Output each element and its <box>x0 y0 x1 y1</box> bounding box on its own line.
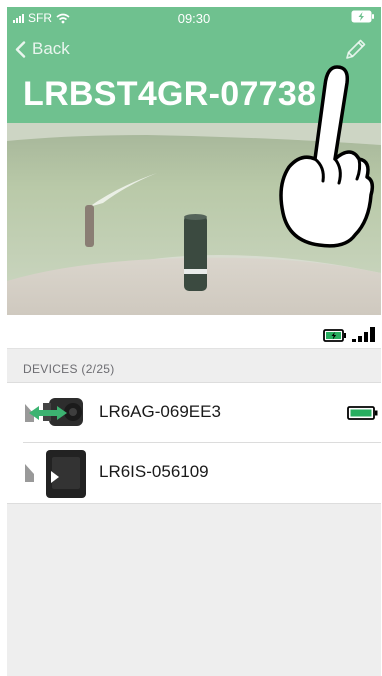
devices-section-header: DEVICES (2/25) <box>7 348 381 383</box>
sprinkler-valve-icon <box>29 398 83 426</box>
app-screen: SFR 09:30 Back LRBST4GR-07738 DEVICES (2… <box>7 7 381 676</box>
devices-count-label: DEVICES (2/25) <box>23 362 115 376</box>
device-name: LR6IS-056109 <box>99 462 209 481</box>
device-row-lr6ag[interactable]: LR6AG-069EE3 <box>7 383 381 443</box>
signal-strength-icon <box>352 327 375 342</box>
controller-icon <box>46 450 86 498</box>
device-status-row <box>7 315 381 348</box>
device-list: LR6AG-069EE3 LR6IS-056109 <box>7 382 381 504</box>
back-button[interactable]: Back <box>15 39 70 59</box>
pointing-hand-icon <box>279 65 375 248</box>
back-label: Back <box>32 39 70 58</box>
device-row-lr6is[interactable]: LR6IS-056109 <box>7 443 381 502</box>
status-bar: SFR 09:30 <box>7 7 381 29</box>
status-battery-icon <box>351 10 375 26</box>
signal-icon <box>25 464 34 482</box>
battery-charging-icon <box>323 329 346 342</box>
chevron-left-icon <box>15 40 26 58</box>
device-name: LR6AG-069EE3 <box>99 402 221 421</box>
clock: 09:30 <box>177 11 211 26</box>
battery-full-icon <box>347 406 378 420</box>
device-title: LRBST4GR-07738 <box>23 75 317 113</box>
edit-pencil-icon[interactable] <box>343 36 369 62</box>
